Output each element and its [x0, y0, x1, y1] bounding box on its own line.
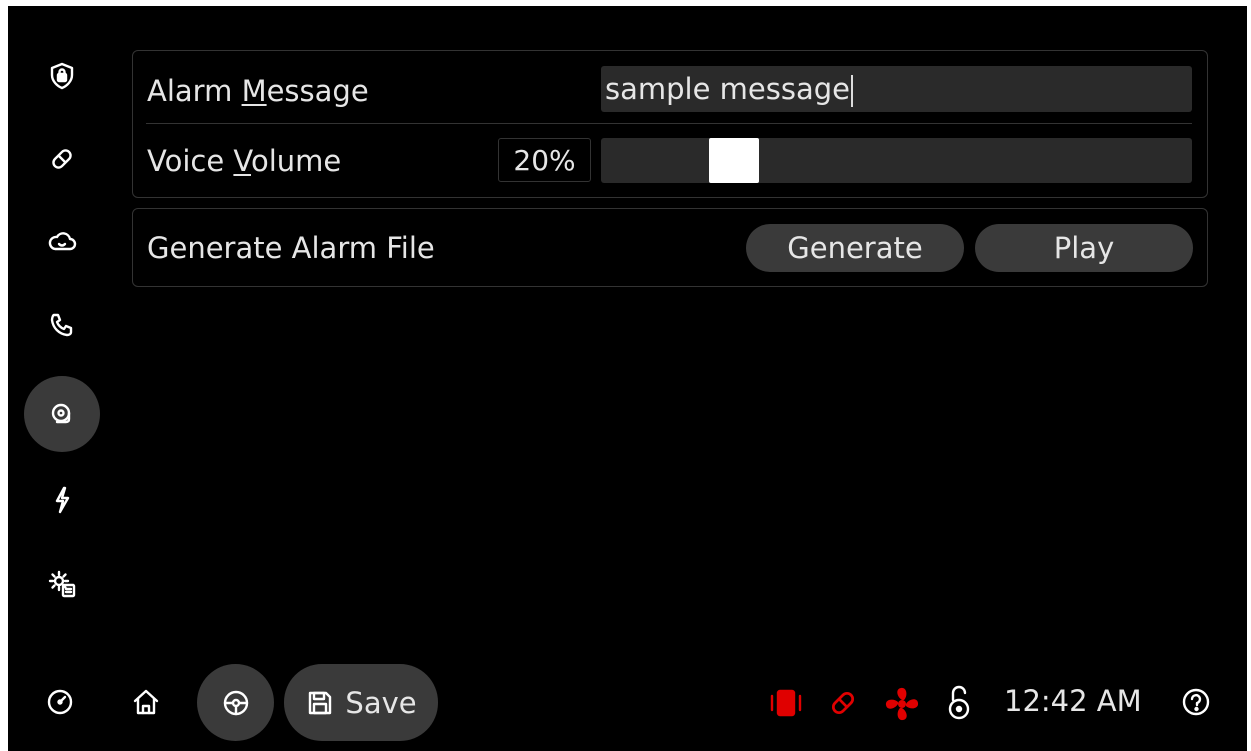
medication-status — [824, 684, 862, 722]
divider — [146, 123, 1192, 124]
home-button[interactable] — [128, 684, 164, 720]
alarm-message-label: Alarm Message — [147, 74, 369, 108]
voice-volume-value: 20% — [498, 138, 591, 182]
phone-icon — [50, 313, 73, 337]
sidebar-item-cloud[interactable] — [26, 206, 98, 278]
generate-alarm-file-label: Generate Alarm File — [147, 231, 435, 265]
gauge-icon — [47, 689, 73, 715]
dashboard-button[interactable] — [44, 686, 76, 718]
text-caret — [851, 75, 853, 107]
save-button[interactable]: Save — [284, 664, 438, 741]
save-label: Save — [345, 685, 417, 720]
fan-status — [880, 682, 924, 726]
steering-wheel-icon — [223, 690, 248, 715]
vibration-status — [766, 686, 806, 720]
generate-button[interactable]: Generate — [746, 224, 964, 272]
sidebar-item-medication[interactable] — [26, 123, 98, 195]
sidebar-item-alarm[interactable] — [24, 376, 100, 452]
vibration-icon — [770, 689, 802, 717]
sidebar-item-settings[interactable] — [26, 548, 98, 620]
sidebar-item-phone[interactable] — [26, 289, 98, 361]
pill-icon — [831, 691, 855, 715]
sidebar-item-security[interactable] — [26, 40, 98, 112]
voice-volume-slider[interactable] — [601, 138, 1192, 183]
home-icon — [133, 689, 159, 715]
pill-icon — [52, 149, 72, 169]
help-button[interactable] — [1180, 686, 1212, 718]
settings-gear-icon — [48, 570, 76, 598]
system-settings-button[interactable] — [197, 664, 274, 741]
lock-status — [944, 682, 974, 724]
shield-lock-icon — [50, 62, 74, 90]
clock-time: 12:42 AM — [1004, 684, 1142, 718]
window-border-left — [0, 0, 8, 751]
lightning-icon — [55, 486, 70, 514]
floppy-disk-icon — [309, 691, 332, 714]
alarm-message-input[interactable]: sample message — [601, 66, 1192, 112]
slider-thumb[interactable] — [709, 138, 759, 183]
play-button[interactable]: Play — [975, 224, 1193, 272]
unlock-icon — [948, 685, 970, 720]
sidebar-item-power[interactable] — [26, 464, 98, 536]
fan-icon — [885, 687, 919, 721]
window-border-right — [1247, 0, 1251, 751]
cloud-icon — [48, 232, 77, 251]
window-border-top — [0, 0, 1251, 6]
voice-volume-label: Voice Volume — [147, 144, 342, 178]
help-icon — [1182, 688, 1210, 716]
alarm-bell-icon — [51, 403, 71, 424]
